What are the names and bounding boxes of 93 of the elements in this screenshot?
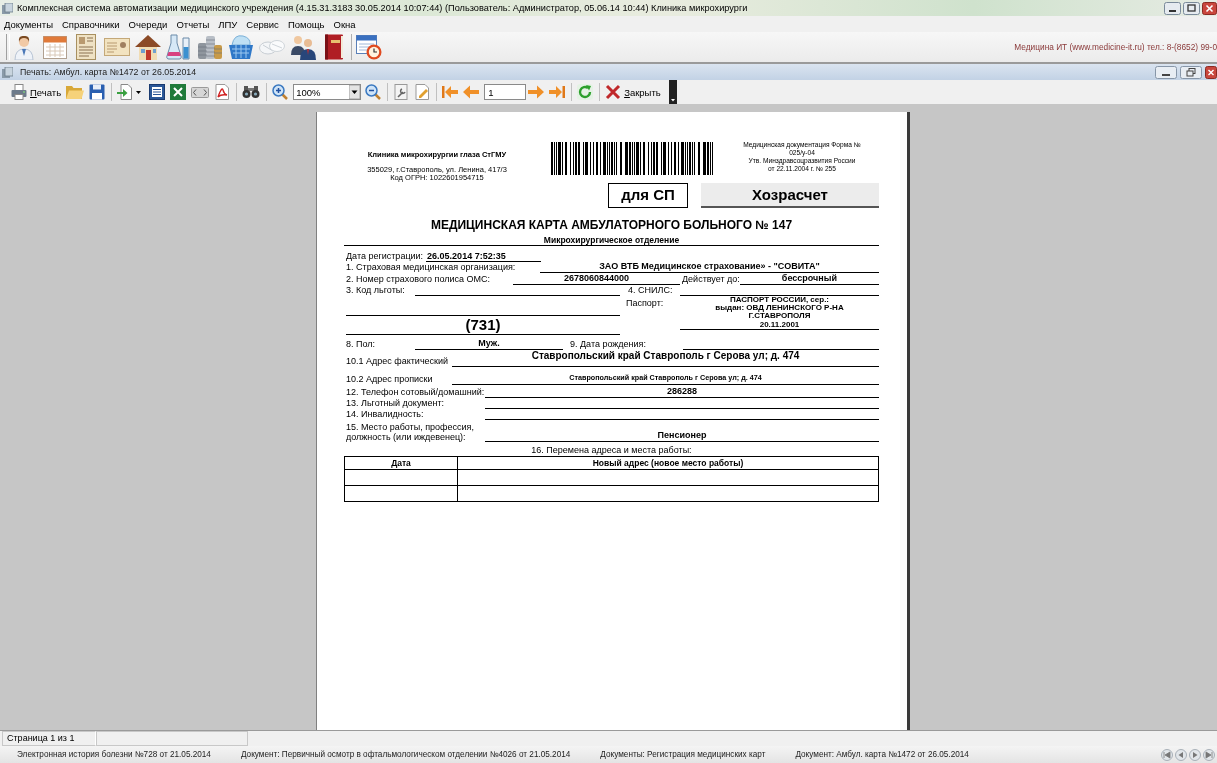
document-icon[interactable] xyxy=(73,34,99,60)
last-icon[interactable] xyxy=(1203,748,1215,761)
previous-page-icon[interactable] xyxy=(463,85,480,99)
menu-item[interactable]: Справочники xyxy=(59,18,123,30)
field-label: 1. Страховая медицинская организация: xyxy=(345,262,517,273)
first-icon[interactable] xyxy=(1161,748,1173,761)
menu-item[interactable]: Очереди xyxy=(125,18,171,30)
document-title: МЕДИЦИНСКАЯ КАРТА АМБУЛАТОРНОГО БОЛЬНОГО № 147 xyxy=(429,218,794,232)
menu-item[interactable]: ЛПУ xyxy=(215,18,241,30)
field-value: 26.05.2014 7:52:35 xyxy=(426,251,542,262)
field-label: 10.2 Адрес прописки xyxy=(345,374,434,385)
minimize-icon[interactable] xyxy=(1155,65,1177,79)
edit-icon[interactable] xyxy=(414,84,431,100)
field-label: Дата регистрации: xyxy=(345,251,424,262)
field-value: Ставропольский край Ставрополь г Серова ул; д. 474 xyxy=(452,350,879,367)
page-status: Страница 1 из 1 xyxy=(2,731,96,746)
code-icon[interactable] xyxy=(191,86,210,98)
zoom-in-icon[interactable] xyxy=(272,84,289,100)
dropdown-arrow-icon[interactable] xyxy=(349,85,361,99)
spreadsheet-icon[interactable] xyxy=(170,84,187,100)
menu-item[interactable]: Помощь xyxy=(284,18,328,30)
close-icon[interactable] xyxy=(1205,65,1217,79)
calendar-clock-icon[interactable] xyxy=(356,34,382,60)
department-badge: для СП xyxy=(608,183,688,208)
flask-icon[interactable] xyxy=(166,34,192,60)
field-value: Муж. xyxy=(415,338,563,350)
vendor-info: Медицина ИТ (www.medicine-it.ru) тел.: 8-(8652) 99-0 xyxy=(1014,42,1217,52)
field-label: Действует до: xyxy=(681,274,740,285)
calendar-icon[interactable] xyxy=(42,34,68,60)
field-value: 286288 xyxy=(485,386,879,398)
document-tile-icon[interactable] xyxy=(149,84,166,100)
next-page-icon[interactable] xyxy=(528,85,545,99)
window-tab[interactable]: Электронная история болезни №728 от 21.05.2014 xyxy=(17,750,211,759)
refresh-icon[interactable] xyxy=(577,84,594,100)
window-tab[interactable]: Документ: Первичный осмотр в офтальмологическом отделении №4026 от 21.05.2014 xyxy=(240,750,571,759)
printer-icon xyxy=(11,84,27,100)
overflow-icon[interactable] xyxy=(668,80,677,104)
minimize-icon[interactable] xyxy=(1164,1,1181,15)
department-name: Микрохирургическое отделение xyxy=(344,235,879,246)
payment-badge: Хозрасчет xyxy=(701,183,879,208)
zoom-select[interactable]: 100% xyxy=(293,84,362,100)
close-button[interactable]: Закрыть xyxy=(605,84,661,100)
field-label: 15. Место работы, профессия, должность (или иждевенец): xyxy=(345,422,475,442)
field-label: 9. Дата рождения: xyxy=(569,339,647,350)
field-value: бессрочный xyxy=(739,273,879,285)
field-label: 12. Телефон сотовый/домашний: xyxy=(345,387,485,398)
field-label: 10.1 Адрес фактический xyxy=(345,356,450,367)
column-header: Новый адрес (новое место работы) xyxy=(457,456,879,470)
zoom-out-icon[interactable] xyxy=(365,84,382,100)
field-value: 2678060844000 xyxy=(513,273,680,285)
people-icon[interactable] xyxy=(290,34,316,60)
app-icon xyxy=(2,2,13,14)
window-tab[interactable]: Документы: Регистрация медицинских карт xyxy=(600,750,766,759)
field-label: 2. Номер страхового полиса ОМС: xyxy=(345,274,491,285)
menu-item[interactable]: Окна xyxy=(330,18,359,30)
field-label: 8. Пол: xyxy=(345,339,377,350)
restore-icon[interactable] xyxy=(1180,65,1202,79)
field-value: ПАСПОРТ РОССИИ, сер.: выдан: ОВД ЛЕНИНСКОГО Р-НА Г.СТАВРОПОЛЯ 20.11.2001 xyxy=(680,296,879,330)
menu-item[interactable]: Документы xyxy=(1,18,56,30)
next-icon[interactable] xyxy=(1189,748,1201,761)
app-icon xyxy=(2,66,13,78)
menu-item[interactable]: Отчеты xyxy=(173,18,213,30)
field-value: ЗАО ВТБ Медицинское страхование» - "СОВИТА" xyxy=(540,261,879,273)
field-label: Паспорт: xyxy=(626,297,665,310)
close-icon xyxy=(605,84,622,100)
window-tab[interactable]: Документ: Амбул. карта №1472 от 26.05.2014 xyxy=(795,750,969,759)
maximize-icon[interactable] xyxy=(1183,1,1200,15)
basket-icon[interactable] xyxy=(228,34,254,60)
field-value: (731) xyxy=(346,316,620,335)
pdf-icon[interactable] xyxy=(214,84,231,100)
window-title: Печать: Амбул. карта №1472 от 26.05.2014 xyxy=(20,67,197,77)
field-label: 4. СНИЛС: xyxy=(627,285,674,296)
previous-icon[interactable] xyxy=(1175,748,1187,761)
window-title: Комплексная система автоматизации медицинского учреждения (4.15.31.3183 30.05.2014 10:07:44) (Пользователь: Администратор, 05.06.14 10:44) Клиника микрохирурги xyxy=(17,3,748,13)
print-button[interactable]: Печать xyxy=(11,84,62,100)
caret-icon[interactable] xyxy=(136,90,142,94)
wrench-icon[interactable] xyxy=(393,84,410,100)
binoculars-icon[interactable] xyxy=(242,86,261,98)
first-page-icon[interactable] xyxy=(442,85,459,99)
close-icon[interactable] xyxy=(1202,1,1217,15)
field-label: 14. Инвалидность: xyxy=(345,409,425,420)
field-label: 3. Код льготы: xyxy=(345,285,406,296)
save-icon[interactable] xyxy=(89,84,106,100)
person-icon[interactable] xyxy=(11,34,37,60)
menu-item[interactable]: Сервис xyxy=(243,18,282,30)
table-caption: 16. Перемена адреса и места работы: xyxy=(530,445,693,456)
coins-icon[interactable] xyxy=(197,34,223,60)
last-page-icon[interactable] xyxy=(549,85,566,99)
field-value: Пенсионер xyxy=(485,430,879,442)
house-icon[interactable] xyxy=(135,34,161,60)
field-label: 13. Льготный документ: xyxy=(345,398,446,409)
column-header: Дата xyxy=(344,456,458,470)
page-number-field[interactable]: 1 xyxy=(484,84,527,100)
